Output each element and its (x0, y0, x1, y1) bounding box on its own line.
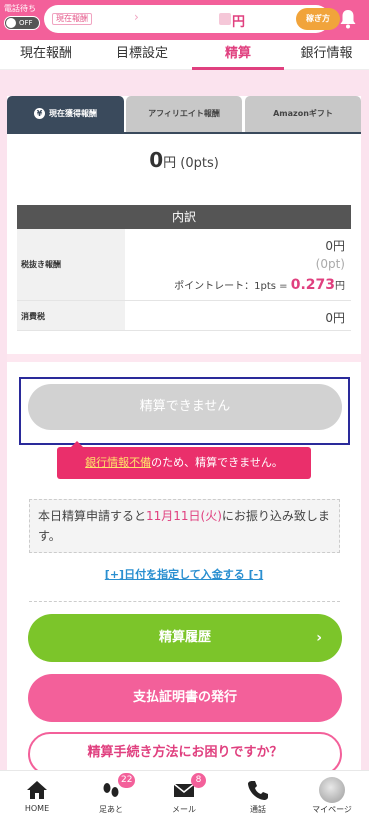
table-row: 消費税 0円 (17, 301, 351, 331)
settlement-history-button[interactable]: 精算履歴 › (28, 614, 342, 662)
bank-info-error-link[interactable]: 銀行情報不備 (85, 456, 151, 469)
section-separator (7, 354, 361, 362)
yen-icon: ¥ (34, 108, 45, 119)
nav-home[interactable]: HOME (7, 771, 67, 818)
subtab-affiliate[interactable]: アフィリエイト報酬 (126, 96, 242, 132)
main-tabs: 現在報酬 目標設定 精算 銀行情報 (0, 40, 369, 70)
nav-home-label: HOME (24, 804, 50, 813)
nav-call[interactable]: 通話 (228, 771, 288, 818)
payment-certificate-button[interactable]: 支払証明書の発行 (28, 674, 342, 722)
point-rate: ポイントレート：1pts = 0.273円 (174, 277, 345, 293)
bell-icon[interactable] (339, 9, 357, 29)
error-text: のため、精算できません。 (151, 456, 283, 469)
notice-date: 11月11日(火) (146, 509, 222, 523)
tab-goal-settings[interactable]: 目標設定 (92, 40, 192, 70)
earnings-amount-hidden (219, 13, 231, 25)
phone-icon (248, 781, 268, 800)
table-row: 税抜き報酬 0円 (0pt) ポイントレート：1pts = 0.273円 (17, 229, 351, 301)
nav-mail[interactable]: 8 メール (154, 771, 214, 818)
tax-yen: 0円 (325, 311, 345, 325)
breakdown-heading: 内訳 (17, 205, 351, 229)
subtab-current-reward[interactable]: ¥ 現在獲得報酬 (7, 96, 124, 132)
tel-status-label: 電話待ち (4, 4, 36, 13)
tel-toggle[interactable]: OFF (4, 16, 40, 30)
avatar (319, 777, 345, 803)
bottom-nav: HOME 22 足あと 8 メール 通話 マイページ (0, 770, 369, 818)
dashed-divider (29, 601, 340, 602)
total-pts: (0pts) (180, 156, 219, 171)
toggle-label: OFF (19, 19, 33, 27)
nav-call-label: 通話 (250, 805, 266, 814)
earnings-pill[interactable]: 現在報酬 › 円 稼ぎ方 (44, 5, 340, 33)
transfer-notice: 本日精算申請すると11月11日(火)にお振り込み致します。 (29, 499, 340, 553)
rate-value: 0.273 (290, 277, 335, 293)
settle-button-disabled[interactable]: 精算できません (28, 384, 342, 430)
how-to-earn-button[interactable]: 稼ぎ方 (296, 8, 340, 30)
home-icon (27, 781, 47, 799)
breakdown-table: 内訳 税抜き報酬 0円 (0pt) ポイントレート：1pts = 0.273円 … (17, 205, 351, 331)
rate-label: ポイントレート：1pts = (174, 281, 291, 292)
error-message: 銀行情報不備のため、精算できません。 (57, 441, 311, 479)
chevron-right-icon: › (134, 10, 139, 24)
subtab-underline (7, 132, 361, 134)
mail-badge: 8 (191, 773, 206, 788)
nav-mail-label: メール (172, 805, 196, 814)
earnings-unit: 円 (232, 15, 246, 30)
settlement-card: ¥ 現在獲得報酬 アフィリエイト報酬 Amazonギフト 0円 (0pts) 内訳… (7, 96, 361, 776)
tab-settlement[interactable]: 精算 (192, 40, 284, 70)
subtab-amazon-gift[interactable]: Amazonギフト (245, 96, 361, 132)
total-amount: 0円 (0pts) (7, 148, 361, 172)
pretax-pt: (0pt) (315, 257, 345, 271)
earnings-label: 現在報酬 (52, 13, 92, 25)
nav-footprints-label: 足あと (99, 805, 123, 814)
app-header: 電話待ち OFF 現在報酬 › 円 稼ぎ方 (0, 0, 369, 40)
history-label: 精算履歴 (158, 630, 211, 645)
total-unit: 円 (163, 156, 177, 171)
rate-unit: 円 (335, 281, 345, 292)
pretax-yen: 0円 (325, 239, 345, 253)
error-pointer (71, 441, 83, 447)
total-value: 0 (149, 148, 164, 172)
nav-mypage-label: マイページ (312, 805, 352, 814)
chevron-right-icon: › (316, 630, 322, 646)
specify-date-link[interactable]: [+]日付を指定して入金する [-] (7, 566, 361, 582)
nav-mypage[interactable]: マイページ (302, 771, 362, 818)
reward-subtabs: ¥ 現在獲得報酬 アフィリエイト報酬 Amazonギフト (7, 96, 361, 134)
row-label-pretax: 税抜き報酬 (17, 229, 125, 300)
tab-current-earnings[interactable]: 現在報酬 (0, 40, 92, 70)
tab-bank-info[interactable]: 銀行情報 (284, 40, 369, 70)
footprints-badge: 22 (118, 773, 136, 788)
notice-prefix: 本日精算申請すると (38, 509, 147, 523)
row-label-tax: 消費税 (17, 301, 125, 330)
nav-footprints[interactable]: 22 足あと (81, 771, 141, 818)
toggle-knob (6, 18, 16, 28)
subtab-current-reward-label: 現在獲得報酬 (49, 109, 97, 118)
